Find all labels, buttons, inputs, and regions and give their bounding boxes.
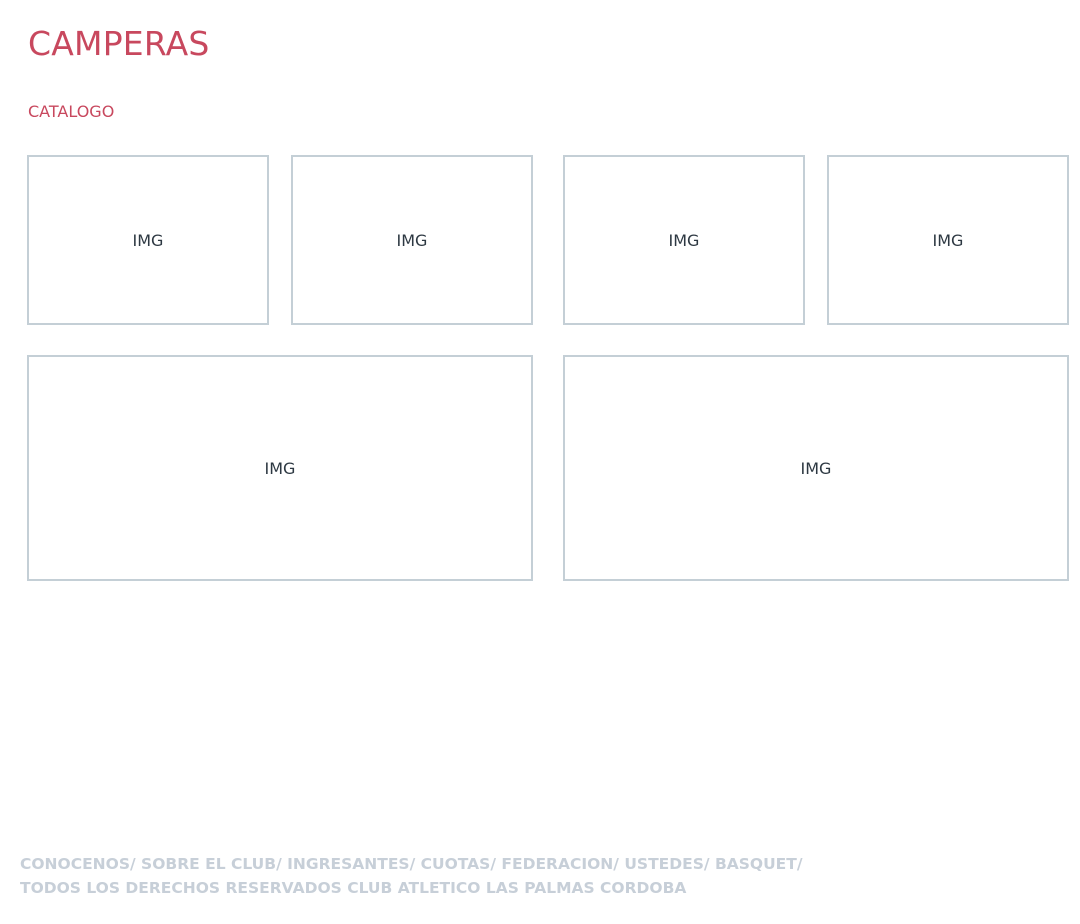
image-placeholder-label: IMG xyxy=(932,230,964,250)
product-image-placeholder[interactable]: IMG xyxy=(27,155,269,325)
footer-link-sobre-el-club[interactable]: SOBRE EL CLUB/ xyxy=(141,855,282,873)
page-title: CAMPERAS xyxy=(28,24,210,63)
image-placeholder-label: IMG xyxy=(396,230,428,250)
footer-link-federacion[interactable]: FEDERACION/ xyxy=(501,855,619,873)
footer-link-cuotas[interactable]: CUOTAS/ xyxy=(421,855,496,873)
footer: CONOCENOS/ SOBRE EL CLUB/ INGRESANTES/ C… xyxy=(20,852,803,900)
footer-link-ustedes[interactable]: USTEDES/ xyxy=(624,855,709,873)
footer-link-basquet[interactable]: BASQUET/ xyxy=(715,855,803,873)
image-placeholder-label: IMG xyxy=(132,230,164,250)
image-placeholder-label: IMG xyxy=(800,458,832,478)
footer-link-ingresantes[interactable]: INGRESANTES/ xyxy=(287,855,415,873)
catalog-link[interactable]: CATALOGO xyxy=(28,101,114,123)
product-image-placeholder[interactable]: IMG xyxy=(563,355,1069,581)
product-image-placeholder[interactable]: IMG xyxy=(27,355,533,581)
footer-copyright: TODOS LOS DERECHOS RESERVADOS CLUB ATLET… xyxy=(20,879,687,897)
footer-link-conocenos[interactable]: CONOCENOS/ xyxy=(20,855,136,873)
product-image-placeholder[interactable]: IMG xyxy=(827,155,1069,325)
product-image-placeholder[interactable]: IMG xyxy=(291,155,533,325)
image-placeholder-label: IMG xyxy=(668,230,700,250)
footer-nav: CONOCENOS/ SOBRE EL CLUB/ INGRESANTES/ C… xyxy=(20,852,803,876)
product-image-placeholder[interactable]: IMG xyxy=(563,155,805,325)
image-placeholder-label: IMG xyxy=(264,458,296,478)
